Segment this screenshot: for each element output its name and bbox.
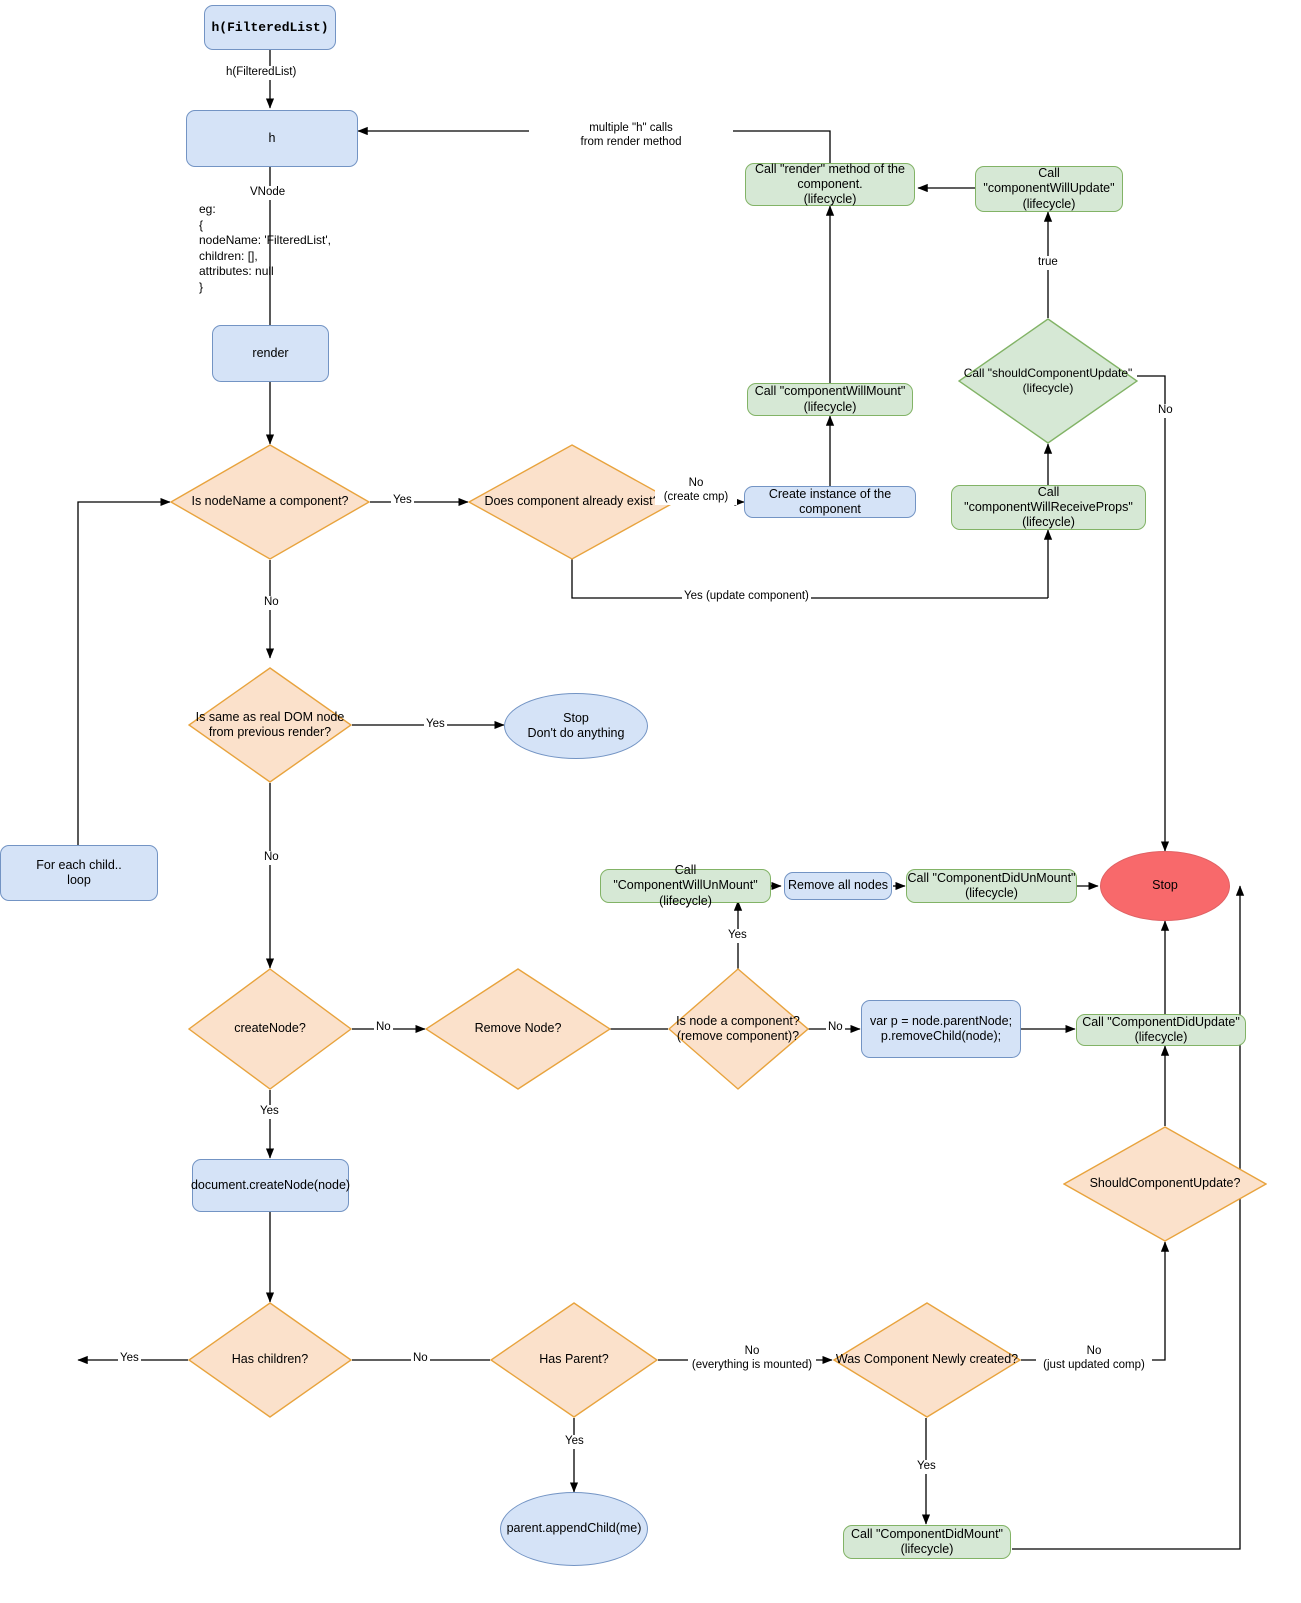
node-stop-dont-do-anything[interactable]: Stop Don't do anything [504, 693, 648, 759]
node-call-component-did-mount[interactable]: Call "ComponentDidMount" (lifecycle) [843, 1525, 1011, 1559]
node-label: createNode? [234, 1021, 306, 1036]
edge-label-multiple-h-calls: multiple "h" calls from render method [529, 122, 733, 150]
node-call-component-will-mount[interactable]: Call "componentWillMount" (lifecycle) [747, 383, 913, 416]
node-call-component-will-receive-props[interactable]: Call "componentWillReceiveProps" (lifecy… [951, 485, 1146, 530]
node-call-component-will-unmount[interactable]: Call "ComponentWillUnMount" (lifecycle) [600, 863, 771, 908]
node-call-component-did-unmount[interactable]: Call "ComponentDidUnMount" (lifecycle) [906, 869, 1077, 903]
edge-label-no-create-node: No [374, 1021, 393, 1035]
node-should-component-update-question[interactable]: ShouldComponentUpdate? [1063, 1126, 1267, 1242]
node-create-node-question[interactable]: createNode? [188, 968, 352, 1090]
node-h-filtered-list[interactable]: h(FilteredList) [204, 5, 336, 50]
edge-label-yes-has-children: Yes [118, 1352, 141, 1366]
node-remove-node-question[interactable]: Remove Node? [425, 968, 611, 1090]
node-has-children-question[interactable]: Has children? [188, 1302, 352, 1418]
node-remove-child-code[interactable]: var p = node.parentNode; p.removeChild(n… [861, 1000, 1021, 1058]
node-label: Call "shouldComponentUpdate" (lifecycle) [963, 366, 1133, 395]
edge-label-h-filtered-list-call: h(FilteredList) [224, 66, 299, 80]
edge-label-yes-is-component: Yes [391, 494, 414, 508]
edge-label-yes-newly-created: Yes [915, 1460, 938, 1474]
flowchart-canvas: h(FilteredList) h render Is nodeName a c… [0, 0, 1301, 1603]
node-parent-append-child[interactable]: parent.appendChild(me) [500, 1492, 648, 1566]
node-remove-all-nodes[interactable]: Remove all nodes [784, 872, 892, 900]
edge-label-no-has-parent: No (everything is mounted) [688, 1345, 816, 1373]
node-label: Remove Node? [474, 1021, 562, 1036]
node-call-should-component-update-lifecycle[interactable]: Call "shouldComponentUpdate" (lifecycle) [958, 318, 1138, 444]
node-label: ShouldComponentUpdate? [1089, 1176, 1241, 1191]
node-document-create-node[interactable]: document.createNode(node) [191, 1159, 350, 1212]
vnode-example-text: eg: { nodeName: 'FilteredList', children… [199, 202, 331, 294]
node-render[interactable]: render [212, 325, 329, 382]
node-h[interactable]: h [186, 110, 358, 167]
node-is-same-as-real-dom-node[interactable]: Is same as real DOM node from previous r… [188, 667, 352, 783]
edge-label-no-same-dom: No [262, 851, 281, 865]
edge-label-vnode: VNode [248, 186, 288, 200]
edge-label-no-has-children: No [411, 1352, 430, 1366]
edge-label-yes-remove-node: Yes [726, 929, 749, 943]
node-does-component-already-exist[interactable]: Does component already exist? [468, 444, 676, 560]
edge-label-no-is-component: No [262, 596, 281, 610]
edge-label-yes-has-parent: Yes [563, 1435, 586, 1449]
edge-label-yes-same-dom: Yes [424, 718, 447, 732]
node-has-parent-question[interactable]: Has Parent? [490, 1302, 658, 1418]
node-label: Has children? [231, 1352, 309, 1367]
node-label: Is nodeName a component? [191, 494, 349, 509]
node-is-node-a-component[interactable]: Is node a component? (remove component)? [668, 968, 809, 1090]
edge-label-no-should-update: No [1156, 404, 1175, 418]
node-label: Is same as real DOM node from previous r… [195, 709, 345, 739]
node-create-instance-of-component[interactable]: Create instance of the component [744, 486, 916, 518]
node-label: Is node a component? (remove component)? [676, 1013, 800, 1043]
edge-label-yes-update-component: Yes (update component) [682, 590, 811, 604]
node-call-component-did-update[interactable]: Call "ComponentDidUpdate" (lifecycle) [1076, 1014, 1246, 1046]
node-call-render-method[interactable]: Call "render" method of the component. (… [745, 162, 915, 206]
node-label: Was Component Newly created? [835, 1352, 1019, 1367]
edge-label-true-should-update: true [1036, 256, 1060, 270]
node-label: Does component already exist? [484, 494, 660, 509]
node-label: Has Parent? [539, 1352, 609, 1367]
edge-label-no-create-cmp: No (create cmp) [655, 477, 737, 505]
node-call-component-will-update[interactable]: Call "componentWillUpdate" (lifecycle) [975, 166, 1123, 212]
edge-label-no-newly-created: No (just updated comp) [1036, 1345, 1152, 1373]
node-is-nodename-a-component[interactable]: Is nodeName a component? [170, 444, 370, 560]
node-for-each-child-loop[interactable]: For each child.. loop [0, 845, 158, 901]
node-stop[interactable]: Stop [1100, 851, 1230, 921]
node-was-component-newly-created[interactable]: Was Component Newly created? [833, 1302, 1021, 1418]
edge-label-no-is-node-component: No [826, 1021, 845, 1035]
edge-label-yes-create-node: Yes [258, 1105, 281, 1119]
